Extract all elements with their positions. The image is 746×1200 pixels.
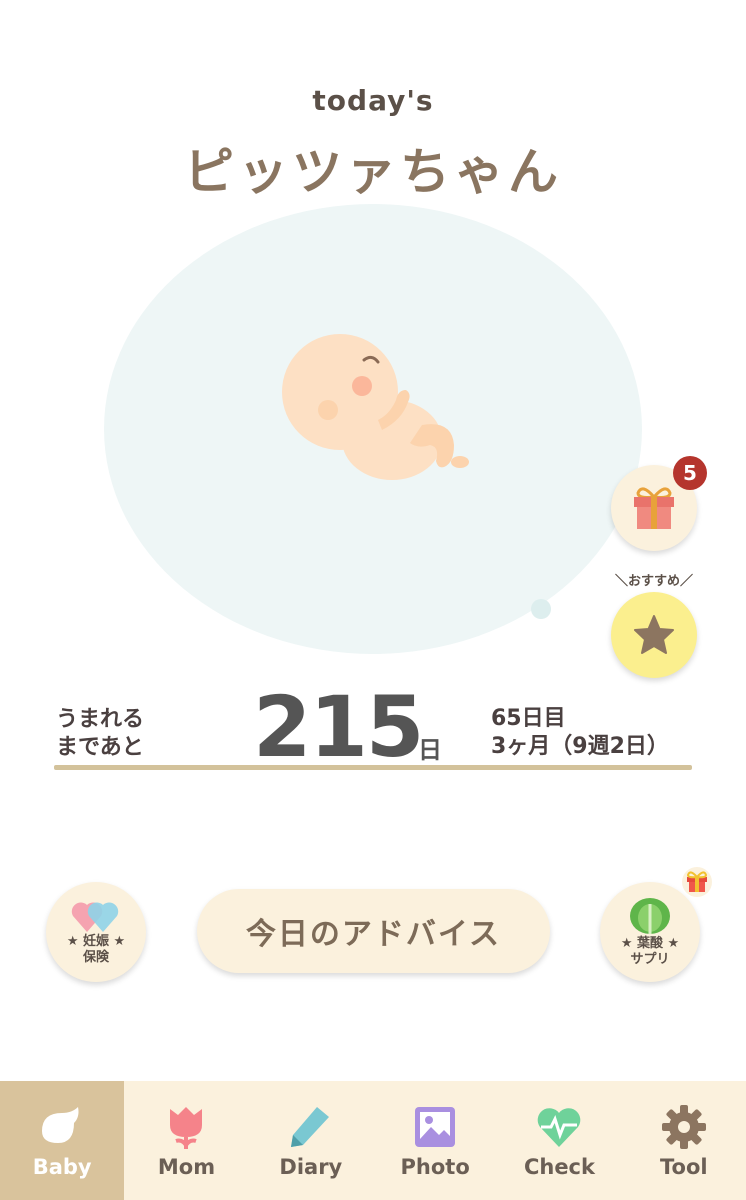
heartbeat-icon [538, 1108, 581, 1147]
nav-label: Mom [157, 1155, 216, 1179]
nav-photo[interactable]: Photo [373, 1081, 497, 1200]
gift-icon [634, 487, 674, 529]
gear-icon [661, 1105, 706, 1149]
nav-label: Photo [400, 1155, 470, 1179]
bird-icon [42, 1107, 79, 1143]
nav-label: Check [523, 1155, 595, 1179]
supplement-button[interactable]: ★ 葉酸 ★ サプリ [600, 882, 700, 982]
notification-badge: 5 [673, 456, 707, 490]
nav-baby[interactable]: Baby [0, 1081, 125, 1200]
supplement-label-line2: サプリ [630, 952, 670, 967]
days-remaining: 215 [253, 678, 424, 776]
advice-button[interactable]: 今日のアドバイス [197, 889, 550, 973]
today-label: today's [312, 84, 434, 117]
bottom-nav: Baby Mom Diary Photo Check Tool [0, 1081, 746, 1200]
pencil-icon [290, 1107, 329, 1147]
bubble-dot [531, 599, 551, 619]
days-unit: 日 [418, 736, 442, 764]
divider-line [54, 765, 692, 770]
nav-label: Tool [660, 1155, 708, 1179]
insurance-button[interactable]: ★ 妊娠 ★ 保険 [46, 882, 146, 982]
baby-illustration[interactable] [272, 330, 482, 490]
until-birth-line2: まであと [56, 735, 144, 760]
baby-name: ピッツァちゃん [184, 143, 562, 201]
supplement-gift-icon [682, 867, 712, 897]
nav-check[interactable]: Check [497, 1081, 621, 1200]
hearts-icon [71, 902, 119, 932]
nav-label: Baby [32, 1155, 92, 1179]
nav-diary[interactable]: Diary [249, 1081, 373, 1200]
until-birth-label: うまれる まであと [56, 706, 144, 762]
supplement-label-line1: ★ 葉酸 ★ [620, 936, 680, 951]
star-icon [634, 615, 674, 654]
tulip-icon [170, 1107, 203, 1149]
photo-icon [415, 1107, 456, 1147]
insurance-label-line1: ★ 妊娠 ★ [66, 934, 126, 949]
insurance-label-line2: 保険 [82, 950, 109, 965]
nav-label: Diary [279, 1155, 343, 1179]
recommend-button[interactable] [611, 592, 697, 678]
nav-mom[interactable]: Mom [124, 1081, 248, 1200]
day-of-pregnancy: 65日目 [491, 706, 566, 731]
recommend-caption: ＼おすすめ／ [614, 574, 693, 589]
pregnancy-info: 65日目 3ヶ月（9週2日） [491, 705, 669, 761]
nav-tool[interactable]: Tool [622, 1081, 746, 1200]
until-birth-line1: うまれる [56, 707, 145, 732]
lettuce-icon [630, 898, 670, 934]
month-week: 3ヶ月（9週2日） [491, 734, 669, 759]
